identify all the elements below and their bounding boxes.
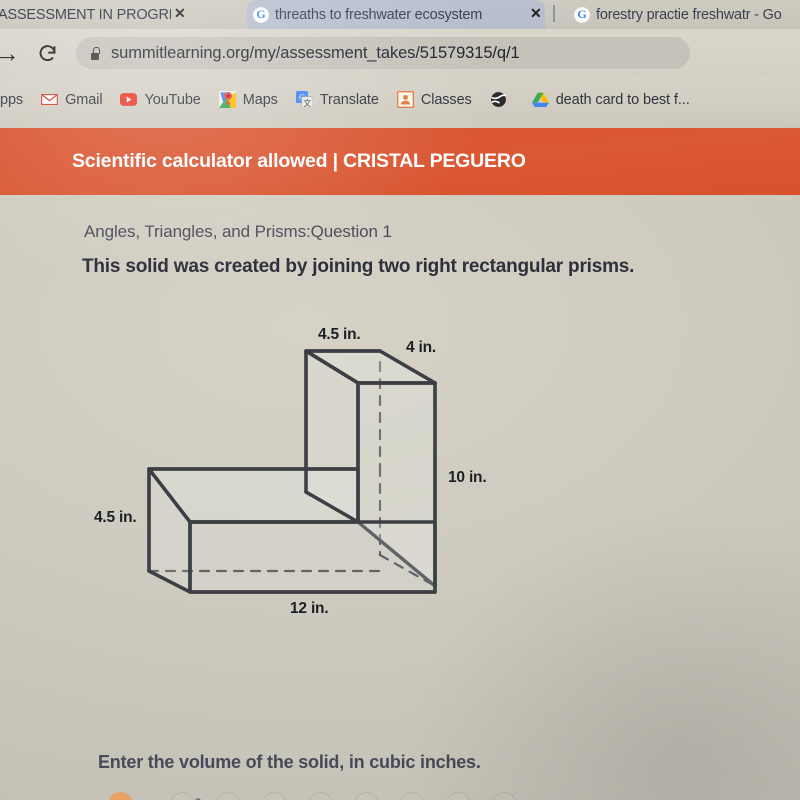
question-stem: This solid was created by joining two ri…	[82, 256, 635, 277]
address-bar[interactable]: summitlearning.org/my/assessment_takes/5…	[76, 37, 690, 69]
question-breadcrumb: Angles, Triangles, and Prisms:Question 1	[84, 222, 392, 241]
page-content: Scientific calculator allowed | CRISTAL …	[0, 122, 800, 800]
tab-title: forestry practie freshwatr - Go	[596, 6, 782, 23]
bookmark-translate[interactable]: G 文 Translate	[287, 89, 388, 110]
bookmark-death-card[interactable]: death card to best f...	[523, 89, 699, 110]
bookmark-youtube[interactable]: YouTube	[111, 89, 209, 110]
answer-keypad[interactable]	[0, 788, 800, 800]
figure-label-left-height: 4.5 in.	[94, 509, 137, 526]
tab-title: threaths to freshwater ecosystem	[275, 6, 483, 23]
browser-chrome: ASSESSMENT IN PROGRESS] Sum ✕ G threaths…	[0, 0, 800, 122]
assessment-banner: Scientific calculator allowed | CRISTAL …	[0, 128, 800, 195]
keypad-key[interactable]	[262, 792, 287, 800]
keypad-key[interactable]	[446, 792, 471, 800]
keypad-key[interactable]	[108, 792, 133, 800]
bookmark-globe[interactable]	[481, 89, 523, 110]
classroom-icon	[396, 91, 414, 108]
figure-label-top-depth: 4 in.	[406, 339, 437, 356]
bookmarks-bar: pps Gmail YouTube Maps 文 Translate Class…	[0, 77, 800, 122]
tab-separator	[553, 5, 555, 22]
keypad-key[interactable]	[354, 792, 379, 800]
forward-arrow-icon[interactable]: →	[0, 36, 24, 70]
tab-close-icon[interactable]: ✕	[530, 6, 542, 20]
tab-close-icon[interactable]: ✕	[174, 6, 186, 20]
bookmark-label: Classes	[420, 91, 472, 108]
browser-toolbar: → summitlearning.org/my/assessment_takes…	[0, 29, 800, 77]
globe-icon	[490, 92, 506, 107]
lock-icon	[90, 46, 100, 60]
translate-icon: G 文	[295, 91, 313, 108]
keypad-key[interactable]	[308, 792, 333, 800]
keypad-key[interactable]	[216, 792, 241, 800]
google-icon: G	[574, 6, 590, 23]
l-shaped-prism-figure: 4.5 in. 4 in. 10 in. 4.5 in. 12 in.	[90, 317, 520, 617]
bookmark-classes[interactable]: Classes	[388, 89, 481, 110]
google-icon: G	[253, 6, 269, 23]
keypad-key[interactable]	[170, 792, 195, 800]
keypad-key[interactable]	[492, 792, 517, 800]
maps-icon	[218, 91, 236, 108]
figure-label-right-height: 10 in.	[448, 469, 487, 486]
banner-text: Scientific calculator allowed | CRISTAL …	[72, 150, 526, 172]
reload-icon[interactable]	[30, 36, 64, 70]
figure-label-top-width: 4.5 in.	[318, 326, 361, 343]
prism-drawing	[147, 349, 437, 594]
tab-forestry-practice-freshwater[interactable]: G forestry practie freshwatr - Go	[568, 0, 800, 29]
drive-icon	[531, 92, 549, 107]
bookmark-label: death card to best f...	[555, 91, 690, 108]
figure-label-bottom-length: 12 in.	[290, 600, 329, 617]
youtube-icon	[120, 93, 138, 106]
tab-strip: ASSESSMENT IN PROGRESS] Sum ✕ G threaths…	[0, 0, 800, 29]
bookmark-label: Gmail	[65, 91, 103, 108]
url-text: summitlearning.org/my/assessment_takes/5…	[111, 43, 520, 62]
tab-assessment-in-progress[interactable]: ASSESSMENT IN PROGRESS] Sum	[0, 0, 177, 29]
keypad-key[interactable]	[400, 792, 425, 800]
bookmark-label: YouTube	[144, 91, 201, 108]
bookmark-apps[interactable]: pps	[0, 90, 32, 110]
bookmark-maps[interactable]: Maps	[210, 89, 287, 110]
gmail-icon	[41, 93, 58, 106]
tab-title: ASSESSMENT IN PROGRESS] Sum	[0, 6, 171, 23]
svg-text:文: 文	[303, 98, 311, 108]
bookmark-label: Maps	[242, 91, 278, 108]
bookmark-gmail[interactable]: Gmail	[32, 89, 111, 110]
tab-threats-to-freshwater-ecosystem[interactable]: G threaths to freshwater ecosystem	[247, 0, 545, 29]
bookmark-label: Translate	[319, 91, 379, 108]
bookmark-label: pps	[0, 91, 24, 108]
answer-prompt: Enter the volume of the solid, in cubic …	[98, 752, 481, 772]
browser-screenshot: ASSESSMENT IN PROGRESS] Sum ✕ G threaths…	[0, 0, 800, 800]
